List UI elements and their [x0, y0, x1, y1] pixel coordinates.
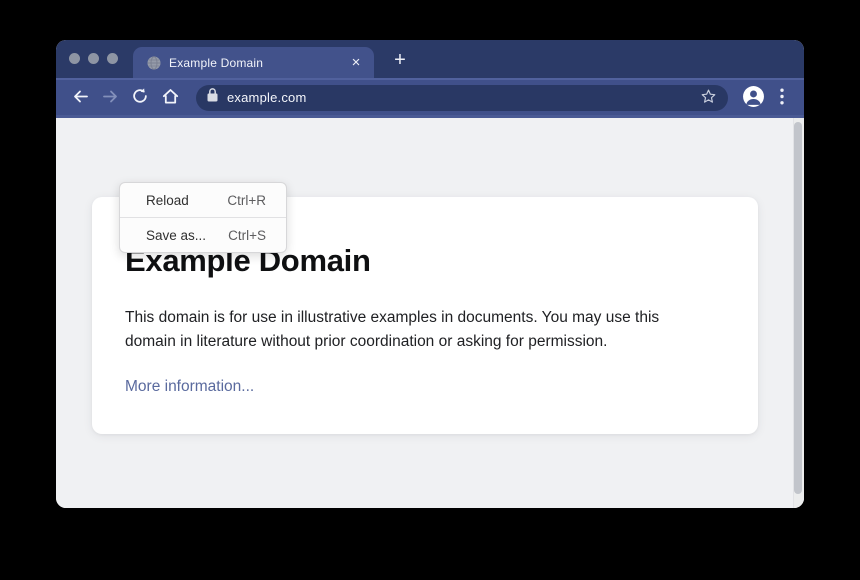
bookmark-star-button[interactable] [696, 86, 720, 110]
back-button[interactable] [66, 84, 94, 112]
address-bar[interactable]: example.com [196, 85, 728, 111]
kebab-menu-icon [780, 88, 784, 108]
browser-tab[interactable]: Example Domain × [133, 47, 374, 78]
context-menu-item-reload[interactable]: Reload Ctrl+R [120, 183, 286, 217]
browser-window: Example Domain × + [56, 40, 804, 508]
menu-item-shortcut: Ctrl+R [227, 193, 266, 208]
tab-title: Example Domain [169, 56, 348, 70]
globe-favicon-icon [147, 56, 161, 70]
page-viewport: Example Domain This domain is for use in… [56, 118, 804, 508]
scrollbar-track[interactable] [793, 118, 804, 508]
forward-arrow-icon [101, 87, 120, 109]
profile-avatar-button[interactable] [738, 83, 768, 113]
menu-item-shortcut: Ctrl+S [228, 228, 266, 243]
minimize-window-button[interactable] [88, 53, 99, 64]
new-tab-button[interactable]: + [386, 46, 414, 74]
avatar-icon [742, 85, 765, 111]
traffic-lights [69, 53, 118, 64]
forward-button[interactable] [96, 84, 124, 112]
screenshot-stage: Example Domain × + [0, 0, 860, 580]
home-button[interactable] [156, 84, 184, 112]
browser-menu-button[interactable] [770, 83, 794, 113]
lock-icon [207, 88, 218, 107]
context-menu-item-save-as[interactable]: Save as... Ctrl+S [120, 218, 286, 252]
url-text: example.com [227, 90, 696, 105]
home-icon [161, 87, 180, 109]
page-paragraph: This domain is for use in illustrative e… [125, 306, 713, 354]
close-window-button[interactable] [69, 53, 80, 64]
reload-button[interactable] [126, 84, 154, 112]
navigation-toolbar: example.com [56, 78, 804, 118]
context-menu: Reload Ctrl+R Save as... Ctrl+S [119, 182, 287, 253]
titlebar: Example Domain × + [56, 40, 804, 78]
star-icon [700, 88, 717, 108]
close-tab-icon[interactable]: × [348, 55, 364, 70]
menu-item-label: Reload [146, 193, 189, 208]
maximize-window-button[interactable] [107, 53, 118, 64]
reload-icon [131, 87, 149, 108]
scrollbar-thumb[interactable] [794, 122, 802, 494]
more-information-link[interactable]: More information... [125, 378, 254, 395]
back-arrow-icon [71, 87, 90, 109]
menu-item-label: Save as... [146, 228, 206, 243]
